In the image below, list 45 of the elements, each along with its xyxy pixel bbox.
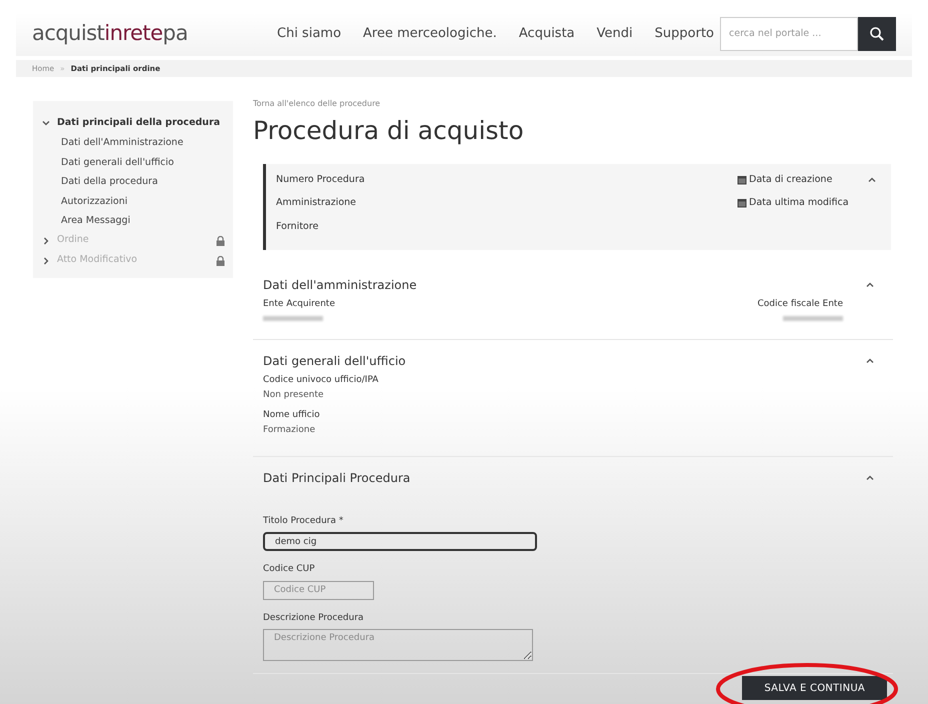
nav-link[interactable]: Vendi	[596, 24, 633, 44]
nav-link[interactable]: Acquista	[518, 24, 575, 44]
sidebar-subitem[interactable]: Dati della procedura	[41, 172, 225, 192]
summary-date-label: Data di creazione	[737, 173, 867, 188]
field-label: Titolo Procedura *	[263, 514, 344, 528]
section-title: Dati dell'amministrazione	[263, 277, 417, 294]
field-label: Codice CUP	[263, 563, 316, 576]
summary-label: Amministrazione	[276, 196, 358, 210]
sidebar-subitem[interactable]: Autorizzazioni	[41, 192, 225, 211]
calendar-icon	[737, 175, 747, 186]
search-field[interactable]: cerca nel portale ...	[720, 17, 858, 51]
summary-date-label: Data ultima modifica	[737, 196, 867, 210]
field-value: Formazione	[263, 424, 316, 437]
search-icon	[869, 26, 885, 42]
lock-icon	[216, 256, 225, 266]
summary-label: Fornitore	[276, 220, 320, 234]
field-label: Codice univoco ufficio/IPA	[263, 374, 378, 386]
description-textarea[interactable]: Descrizione Procedura	[263, 629, 533, 661]
input-field[interactable]: Codice CUP	[263, 580, 374, 600]
field-label: Descrizione Procedura	[263, 612, 365, 624]
sidebar-item[interactable]: Dati principali della procedura	[41, 113, 225, 133]
lock-icon	[216, 236, 225, 246]
sidebar-subitem[interactable]: Dati generali dell'ufficio	[41, 152, 225, 172]
back-link[interactable]: Torna all'elenco delle procedure	[253, 98, 893, 110]
field-value: Non presente	[263, 389, 324, 402]
nav-link[interactable]: Chi siamo	[277, 24, 342, 44]
search-button[interactable]	[858, 17, 896, 51]
section-title: Dati Principali Procedura	[263, 470, 410, 486]
chevron-icon	[41, 118, 51, 128]
input-field[interactable]: demo cig	[263, 532, 537, 551]
sidebar-subitem[interactable]: Dati dell'Amministrazione	[41, 133, 225, 152]
field-label: Codice fiscale Ente	[757, 298, 843, 311]
field-label: Nome ufficio	[263, 408, 320, 422]
page-title: Procedura di acquisto	[253, 115, 525, 147]
summary-label: Numero Procedura	[276, 173, 366, 187]
section-title: Dati generali dell'ufficio	[263, 352, 406, 370]
nav-link[interactable]: Supporto	[654, 24, 714, 44]
field-label: Ente Acquirente	[263, 298, 335, 311]
calendar-icon	[737, 198, 747, 208]
redacted-value	[783, 316, 843, 320]
redacted-value	[263, 316, 323, 320]
logo[interactable]: acquistinretepa	[32, 18, 277, 50]
sidebar-subitem[interactable]: Area Messaggi	[41, 211, 225, 230]
save-continue-button[interactable]: SALVA E CONTINUA	[742, 676, 887, 700]
nav-link[interactable]: Aree merceologiche.	[363, 24, 497, 44]
